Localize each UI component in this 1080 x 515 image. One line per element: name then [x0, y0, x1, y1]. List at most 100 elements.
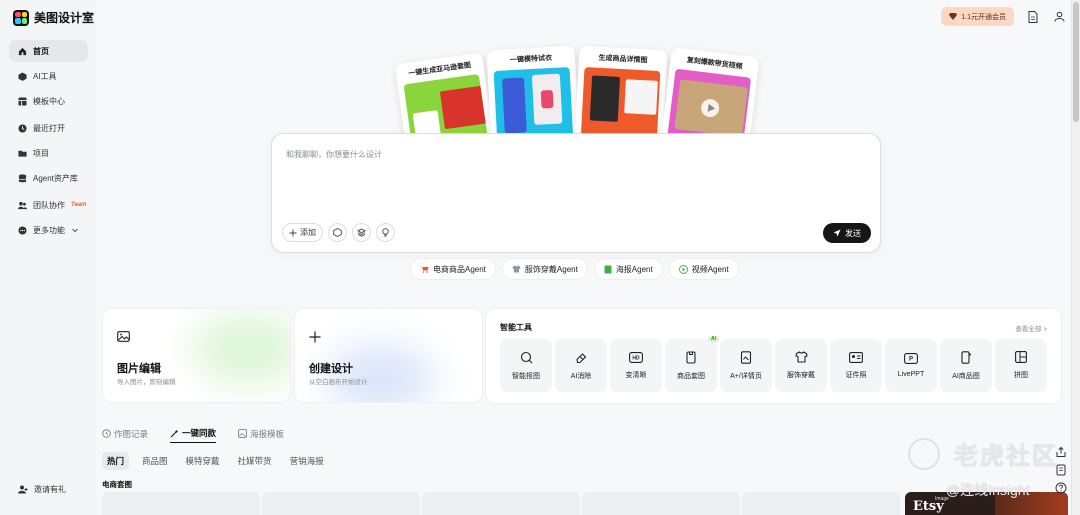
eraser-icon	[575, 352, 586, 363]
thumb-background	[995, 492, 1068, 515]
card-glow	[193, 314, 290, 384]
float-feedback-button[interactable]	[1055, 464, 1067, 476]
category-chips: 热门 商品图 模特穿戴 社媒带货 营销海报	[102, 452, 329, 470]
logo-icon	[13, 9, 29, 26]
sidebar-item-label: AI工具	[33, 71, 57, 81]
invite-label: 邀请有礼	[34, 485, 66, 494]
product-set-icon	[686, 350, 696, 364]
tool-smart-cutout[interactable]: 智能抠图	[500, 339, 552, 392]
showcase-title: 一键模特试衣	[509, 54, 553, 65]
chip-marketing[interactable]: 营销海报	[285, 452, 329, 470]
agent-poster[interactable]: 海报Agent	[593, 258, 663, 280]
sidebar-item-templates[interactable]: 模板中心	[9, 90, 88, 112]
sidebar-item-ai-tools[interactable]: AI工具	[9, 65, 88, 87]
sidebar-item-recent[interactable]: 最近打开	[9, 117, 88, 139]
document-button[interactable]	[1026, 10, 1040, 24]
template-thumb-etsy[interactable]: Image Etsy	[905, 492, 1068, 515]
sidebar-item-label: 模板中心	[33, 96, 65, 106]
more-icon	[18, 225, 27, 235]
chevron-down-icon	[72, 228, 78, 233]
create-design-card[interactable]: 创建设计 从空白画布开始设计	[294, 308, 483, 403]
template-thumb[interactable]	[102, 492, 260, 515]
tool-ai-product-image[interactable]: AI商品图	[940, 339, 992, 392]
sidebar-item-more[interactable]: 更多功能	[9, 219, 88, 241]
layers-button[interactable]	[352, 223, 371, 242]
tool-collage[interactable]: 拼图	[995, 339, 1047, 392]
smart-tools-title: 智能工具	[500, 323, 532, 332]
model-button[interactable]	[328, 223, 347, 242]
agent-apparel[interactable]: 服饰穿戴Agent	[501, 258, 588, 280]
tab-history[interactable]: 作图记录	[102, 427, 148, 443]
tool-detail-page[interactable]: A+/详情页	[720, 339, 772, 392]
template-thumb[interactable]	[422, 492, 580, 515]
team-badge: Team	[71, 202, 87, 208]
tab-same-style[interactable]: 一键同款	[170, 427, 217, 443]
agent-ecommerce[interactable]: 电商商品Agent	[410, 258, 496, 280]
image-edit-title: 图片编辑	[117, 363, 161, 375]
poster-icon	[604, 265, 612, 273]
sidebar-item-label: 最近打开	[33, 123, 65, 133]
cube-outline-icon	[333, 228, 342, 237]
chip-hot[interactable]: 热门	[102, 452, 130, 470]
agent-label: 电商商品Agent	[433, 264, 486, 274]
lightbulb-icon	[382, 228, 389, 237]
template-thumb[interactable]	[742, 492, 900, 515]
scrollbar[interactable]	[1071, 0, 1080, 515]
invite-link[interactable]: 邀请有礼	[18, 484, 66, 495]
image-edit-subtitle: 导入图片，即刻编辑	[117, 379, 176, 386]
tool-label: 智能抠图	[512, 372, 540, 380]
tool-label: AI消除	[570, 372, 592, 380]
chip-social[interactable]: 社媒带货	[233, 452, 277, 470]
chip-product[interactable]: 商品图	[137, 452, 173, 470]
sidebar-item-agent-assets[interactable]: Agent资产库	[9, 167, 88, 189]
collage-icon	[1015, 351, 1027, 363]
sidebar-item-label: 项目	[33, 148, 49, 158]
tool-clothing[interactable]: 服饰穿戴	[775, 339, 827, 392]
chat-toolbar: 添加	[282, 223, 395, 242]
showcase-title: 生成商品详情图	[598, 54, 648, 65]
add-button[interactable]: 添加	[282, 223, 323, 242]
play-icon	[707, 103, 716, 112]
float-share-button[interactable]	[1055, 446, 1067, 458]
template-thumb[interactable]	[262, 492, 420, 515]
feature-showcase: 一键生成亚马逊套图 一键模特试衣 生成商品详情图 复刻爆款带货视频	[394, 45, 876, 162]
cart-icon	[420, 266, 429, 273]
tool-label: AI商品图	[952, 372, 980, 380]
app-logo[interactable]: 美图设计室	[13, 9, 94, 26]
ai-badge: AI	[708, 336, 719, 342]
view-all-link[interactable]: 查看全部 >	[1015, 323, 1047, 333]
vip-label: 1.1元开通会员	[961, 13, 1006, 21]
user-button[interactable]	[1052, 10, 1066, 24]
thumb-title: Etsy	[913, 499, 944, 514]
design-chat-input[interactable]: 和我聊聊，你想要什么设计 添加 发送	[271, 133, 881, 253]
plus-icon	[309, 331, 321, 343]
sidebar: 美图设计室 首页 AI工具 模板中心 最近打开 项目 Agent资产库 团队协作…	[0, 0, 96, 515]
tab-poster-templates[interactable]: 海报模板	[238, 427, 284, 443]
floating-actions	[1055, 446, 1067, 494]
template-thumb[interactable]	[582, 492, 740, 515]
feedback-icon	[1056, 464, 1066, 476]
image-icon	[238, 429, 247, 438]
send-button[interactable]: 发送	[823, 223, 871, 243]
vip-button[interactable]: 1.1元开通会员	[941, 7, 1014, 26]
scroll-thumb[interactable]	[1073, 2, 1079, 122]
idea-button[interactable]	[376, 223, 395, 242]
tool-product-set[interactable]: AI 商品套图	[665, 336, 719, 392]
agent-list: 电商商品Agent 服饰穿戴Agent 海报Agent 视频Agent	[410, 258, 739, 280]
video-icon	[678, 264, 688, 274]
sidebar-item-team[interactable]: 团队协作 Team	[9, 194, 88, 216]
sidebar-item-projects[interactable]: 项目	[9, 142, 88, 164]
image-edit-card[interactable]: 图片编辑 导入图片，即刻编辑	[102, 308, 291, 403]
tool-ai-erase[interactable]: AI消除	[555, 339, 607, 392]
share-icon	[1056, 446, 1066, 457]
tool-id-photo[interactable]: 证件照	[830, 339, 882, 392]
agent-label: 服饰穿戴Agent	[524, 264, 578, 274]
float-help-button[interactable]	[1055, 482, 1067, 494]
cutout-icon	[520, 351, 532, 363]
tool-liveppt[interactable]: P LivePPT	[885, 339, 937, 392]
tool-enhance[interactable]: HD 变清晰	[610, 339, 662, 392]
agent-video[interactable]: 视频Agent	[668, 258, 739, 280]
sidebar-item-label: 首页	[33, 46, 49, 56]
sidebar-item-home[interactable]: 首页	[9, 40, 88, 62]
chip-model-wear[interactable]: 模特穿戴	[181, 452, 225, 470]
